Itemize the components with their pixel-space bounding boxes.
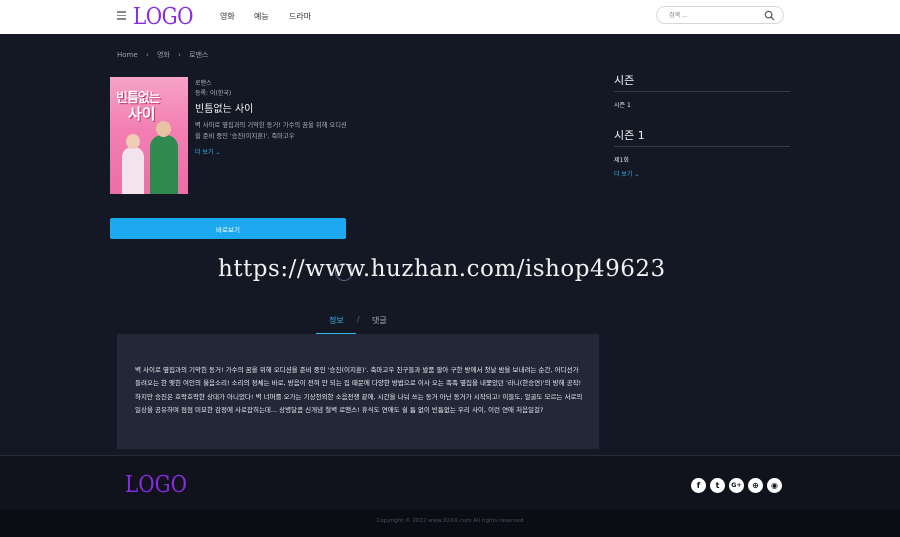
top-header: LOGO 영화 예능 드라마 — [0, 0, 900, 34]
search-icon[interactable] — [764, 10, 775, 21]
rss-icon[interactable]: ◉ — [767, 478, 782, 493]
search-input[interactable] — [669, 10, 759, 21]
footer-logo[interactable]: LOGO — [125, 470, 187, 498]
copyright-bar: Copyright © 2022 www.XXXX.com All rights… — [0, 510, 900, 537]
poster-figure-right — [150, 135, 178, 194]
info-panel: 벽 사이로 옆집과의 기막힌 동거! 가수의 꿈을 위해 오디션을 준비 중인 … — [117, 334, 599, 449]
watch-now-button[interactable]: 바로보기 — [110, 218, 346, 239]
copyright-text: Copyright © 2022 www.XXXX.com All rights… — [376, 518, 524, 524]
region-label: 등록: 이(한국) — [195, 90, 232, 97]
episode-item[interactable]: 제1회 — [614, 155, 629, 164]
nav-item-movies[interactable]: 영화 — [220, 11, 235, 22]
facebook-icon[interactable]: f — [691, 478, 706, 493]
synopsis-text: 벽 사이로 옆집과의 기막힌 동거! 가수의 꿈을 위해 오디션을 준비 중인 … — [135, 366, 583, 414]
poster-title-line2: 사이 — [128, 105, 156, 123]
poster-head-left — [126, 134, 140, 149]
tab-separator: / — [357, 315, 360, 324]
divider — [614, 91, 790, 92]
episodes-more-link[interactable]: 더 보기 ⌄ — [614, 169, 639, 178]
breadcrumb-home[interactable]: Home — [117, 51, 138, 59]
genre-label: 로맨스 — [195, 80, 212, 87]
poster-head-right — [156, 121, 171, 137]
tab-info[interactable]: 정보 — [329, 315, 344, 326]
watermark-text: https://www.huzhan.com/ishop49623 — [218, 256, 666, 282]
breadcrumb-romance[interactable]: 로맨스 — [189, 51, 208, 59]
footer: LOGO f t G+ ⊕ ◉ — [0, 455, 900, 510]
breadcrumb-separator: › — [145, 51, 149, 59]
breadcrumb-separator: › — [178, 51, 181, 59]
search-box — [656, 6, 784, 24]
more-link[interactable]: 더 보기 ⌄ — [195, 147, 220, 156]
nav-item-drama[interactable]: 드라마 — [289, 11, 311, 22]
site-logo[interactable]: LOGO — [133, 2, 194, 30]
movie-description: 벽 사이로 옆집과의 기막힌 동거! 가수의 꿈을 위해 오디션을 준비 중인 … — [195, 122, 347, 140]
movie-poster[interactable]: 빈틈없는 사이 — [110, 77, 188, 194]
globe-icon[interactable]: ⊕ — [748, 478, 763, 493]
tab-comments[interactable]: 댓글 — [372, 315, 387, 326]
season-heading: 시즌 — [614, 74, 635, 87]
divider — [614, 146, 790, 147]
season1-heading: 시즌 1 — [614, 129, 645, 142]
movie-title: 빈틈없는 사이 — [195, 104, 254, 115]
menu-icon[interactable] — [117, 11, 126, 20]
breadcrumb: Home › 영화 › 로맨스 — [117, 50, 214, 60]
breadcrumb-movies[interactable]: 영화 — [157, 51, 170, 59]
twitter-icon[interactable]: t — [710, 478, 725, 493]
poster-figure-left — [122, 147, 144, 194]
nav-item-variety[interactable]: 예능 — [254, 11, 269, 22]
season-item[interactable]: 시즌 1 — [614, 100, 631, 109]
google-plus-icon[interactable]: G+ — [729, 478, 744, 493]
